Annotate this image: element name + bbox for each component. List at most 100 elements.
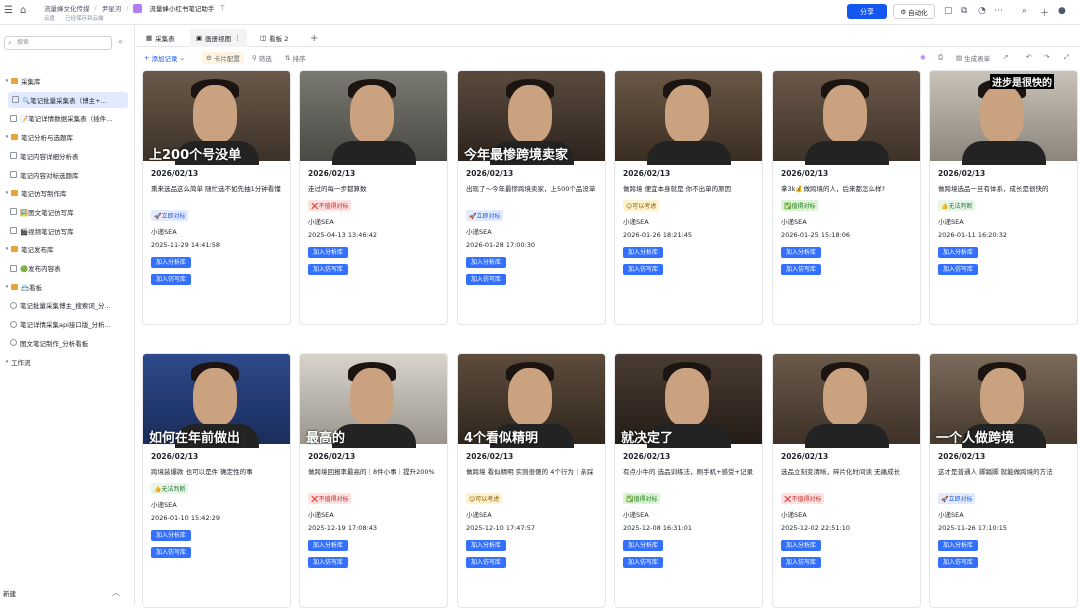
- tab-more-icon[interactable]: ⋮: [234, 34, 241, 42]
- add-to-analysis-button[interactable]: 加入分析库: [781, 247, 822, 258]
- sidebar-item[interactable]: ▾ 📇看板: [0, 279, 135, 295]
- gallery-card[interactable]: 今年最惨跨境卖家 2026/02/13 出现了～今年最惨跨境卖家，上500个品没单 🚀…: [457, 70, 606, 325]
- sidebar-item-label: 🖼️图文笔记仿写库: [20, 208, 74, 217]
- add-to-rewrite-button[interactable]: 加入仿写库: [151, 274, 192, 285]
- status-badge: ✅值得对标: [623, 493, 661, 504]
- sidebar-item[interactable]: 笔记内容对标选题库: [0, 167, 135, 183]
- sidebar-item[interactable]: 🔍笔记批量采集表（博主+...: [8, 91, 128, 108]
- gallery-card[interactable]: 就决定了 2026/02/13 有点小牛的 选品训练法，刷手机+感受+记录 ✅值得对标…: [614, 353, 763, 608]
- add-to-rewrite-button[interactable]: 加入仿写库: [308, 557, 349, 568]
- sidebar-item[interactable]: 图文笔记制作_分析看板: [0, 335, 135, 351]
- ai-icon[interactable]: ◉: [920, 53, 926, 61]
- add-to-analysis-button[interactable]: 加入分析库: [781, 540, 822, 551]
- avatar[interactable]: ●: [1058, 6, 1066, 16]
- gallery-card[interactable]: 2026/02/13 拿3k💰做跨境的人，后来都怎么样? ✅值得对标 小递SEA 202…: [772, 70, 921, 325]
- card-thumbnail: [773, 71, 920, 165]
- gallery-card[interactable]: 一个人做跨境 2026/02/13 这才是普通人 脚踏脚 就能做跨境的方法 🚀立即对标…: [929, 353, 1078, 608]
- add-to-rewrite-button[interactable]: 加入仿写库: [466, 274, 507, 285]
- tab-collect-table[interactable]: ▦ 采集表: [140, 29, 181, 47]
- card-title: 熏来选品这么简单 随忙选不如先抽1分钟看懂: [151, 185, 281, 193]
- automation-button[interactable]: ⚙ 自动化: [893, 4, 935, 19]
- add-to-rewrite-button[interactable]: 加入仿写库: [308, 264, 349, 275]
- sidebar-item[interactable]: 🎬视频笔记仿写库: [0, 223, 135, 239]
- sidebar-item[interactable]: 笔记详情采集api接口版_分析...: [0, 316, 135, 332]
- add-to-analysis-button[interactable]: 加入分析库: [151, 530, 192, 541]
- undo-icon[interactable]: ↶: [1026, 53, 1031, 61]
- gallery-card[interactable]: 2026/02/13 做跨境 便宜本身就是 你不出单的原因 😊可以考虑 小递SEA 20…: [614, 70, 763, 325]
- add-to-analysis-button[interactable]: 加入分析库: [151, 257, 192, 268]
- chevron-up-icon[interactable]: ︿: [112, 587, 120, 598]
- filter-button[interactable]: ⚲ 筛选: [252, 53, 272, 63]
- new-button[interactable]: 新建: [3, 588, 16, 598]
- gallery-card[interactable]: 进步是很快的 2026/02/13 做跨境选品一旦有体系，成长是很快的 👍无法判断 小递…: [929, 70, 1078, 325]
- sidebar-item[interactable]: ▾ 工作流: [0, 354, 135, 370]
- sidebar-item[interactable]: ▾ 笔记仿写制作库: [0, 185, 135, 201]
- card-thumbnail: 就决定了: [615, 354, 762, 448]
- plus-icon[interactable]: ＋: [1040, 6, 1049, 19]
- caret-down-icon[interactable]: ▾: [3, 190, 11, 196]
- add-to-rewrite-button[interactable]: 加入仿写库: [151, 547, 192, 558]
- card-config-button[interactable]: ⚙ 卡片配置: [202, 52, 244, 64]
- caret-down-icon[interactable]: ▾: [3, 284, 11, 290]
- add-to-analysis-button[interactable]: 加入分析库: [308, 247, 349, 258]
- add-to-rewrite-button[interactable]: 加入仿写库: [623, 557, 664, 568]
- expand-icon[interactable]: ⤢: [1064, 53, 1069, 62]
- tab-kanban[interactable]: ◫ 看板 2: [254, 29, 294, 47]
- add-to-analysis-button[interactable]: 加入分析库: [466, 257, 507, 268]
- sidebar-item[interactable]: 笔记内容详细分析表: [0, 148, 135, 164]
- gallery-card[interactable]: 2026/02/13 走过的每一步都算数 ❌不值得对标 小递SEA 2025-04-13…: [299, 70, 448, 325]
- more-icon[interactable]: ⋯: [994, 6, 1003, 16]
- redo-icon[interactable]: ↷: [1044, 53, 1049, 61]
- add-to-analysis-button[interactable]: 加入分析库: [308, 540, 349, 551]
- sidebar-item[interactable]: 🟢发布内容表: [0, 260, 135, 276]
- add-record-button[interactable]: + 添加记录 ⌄: [144, 53, 185, 63]
- add-to-analysis-button[interactable]: 加入分析库: [938, 247, 979, 258]
- sidebar-item[interactable]: 📝笔记详情数据采集表（插件...: [0, 110, 135, 126]
- add-to-analysis-button[interactable]: 加入分析库: [623, 247, 664, 258]
- crumb-1[interactable]: 尹星河: [102, 3, 122, 13]
- doc-title[interactable]: 流量蜂小红书笔记助手: [149, 3, 214, 13]
- gallery-card[interactable]: 上200个号没单 2026/02/13 熏来选品这么简单 随忙选不如先抽1分钟看懂 🚀…: [142, 70, 291, 325]
- menu-icon[interactable]: ☰: [4, 5, 13, 16]
- caret-down-icon[interactable]: ▾: [3, 78, 11, 84]
- card-author: 小递SEA: [623, 218, 649, 226]
- gallery-card[interactable]: 4个看似精明 2026/02/13 做跨境 看似精明 实则很傻的 4个行为｜亲踩 😊可…: [457, 353, 606, 608]
- sidebar-item[interactable]: ▾ 笔记分析与选题库: [0, 129, 135, 145]
- add-to-analysis-button[interactable]: 加入分析库: [623, 540, 664, 551]
- caret-down-icon[interactable]: ▾: [3, 246, 11, 252]
- sidebar-item[interactable]: 🖼️图文笔记仿写库: [0, 204, 135, 220]
- doc-icon[interactable]: ▢: [944, 6, 953, 16]
- add-to-rewrite-button[interactable]: 加入仿写库: [781, 264, 822, 275]
- sidebar-item[interactable]: 笔记批量采集博主_搜索词_分...: [0, 297, 135, 313]
- gallery-card[interactable]: 如何在年前做出 2026/02/13 跨境装爆款 也可以是件 确定性的事 👍无法判断小…: [142, 353, 291, 608]
- add-to-rewrite-button[interactable]: 加入仿写库: [466, 557, 507, 568]
- sort-button[interactable]: ⇅ 排序: [285, 53, 305, 63]
- home-icon[interactable]: ⌂: [20, 5, 26, 16]
- generate-form-button[interactable]: ▤ 生成表单: [956, 53, 990, 63]
- add-to-rewrite-button[interactable]: 加入仿写库: [938, 264, 979, 275]
- sidebar-item[interactable]: ▾ 笔记发布库: [0, 241, 135, 257]
- bell-icon[interactable]: ◔: [978, 6, 986, 16]
- caret-down-icon[interactable]: ▾: [3, 134, 11, 140]
- add-to-analysis-button[interactable]: 加入分析库: [938, 540, 979, 551]
- gallery-card[interactable]: 2026/02/13 选品立刻变清晰，碎片化时间读 无痛成长 ❌不值得对标 小递SEA…: [772, 353, 921, 608]
- add-to-rewrite-button[interactable]: 加入仿写库: [781, 557, 822, 568]
- copy-icon[interactable]: ⧉: [961, 6, 967, 16]
- tab-gallery-view[interactable]: ▣ 画册视图 ⋮: [190, 29, 247, 47]
- add-to-rewrite-button[interactable]: 加入仿写库: [938, 557, 979, 568]
- crumb-0[interactable]: 流量蜂文化传媒: [44, 3, 90, 13]
- add-to-rewrite-button[interactable]: 加入仿写库: [623, 264, 664, 275]
- collapse-sidebar-icon[interactable]: «: [118, 37, 123, 46]
- print-icon[interactable]: ⎙: [938, 53, 943, 62]
- share-button[interactable]: 分享: [847, 4, 887, 19]
- share-view-icon[interactable]: ↗: [1003, 53, 1008, 61]
- thumbnail-face: [980, 85, 1024, 143]
- add-to-analysis-button[interactable]: 加入分析库: [466, 540, 507, 551]
- pin-icon[interactable]: ⊤: [219, 4, 225, 12]
- search-icon[interactable]: ⌕: [1022, 6, 1027, 16]
- add-view-button[interactable]: +: [304, 29, 324, 47]
- caret-down-icon[interactable]: ▾: [3, 359, 11, 365]
- gallery-card[interactable]: 最高的 2026/02/13 做跨境回报率最高的｜8件小事｜提升200% ❌不值得对标…: [299, 353, 448, 608]
- sidebar-item[interactable]: ▾ 采集库: [0, 73, 135, 89]
- sidebar-search-input[interactable]: ⌕ 搜索: [4, 36, 112, 50]
